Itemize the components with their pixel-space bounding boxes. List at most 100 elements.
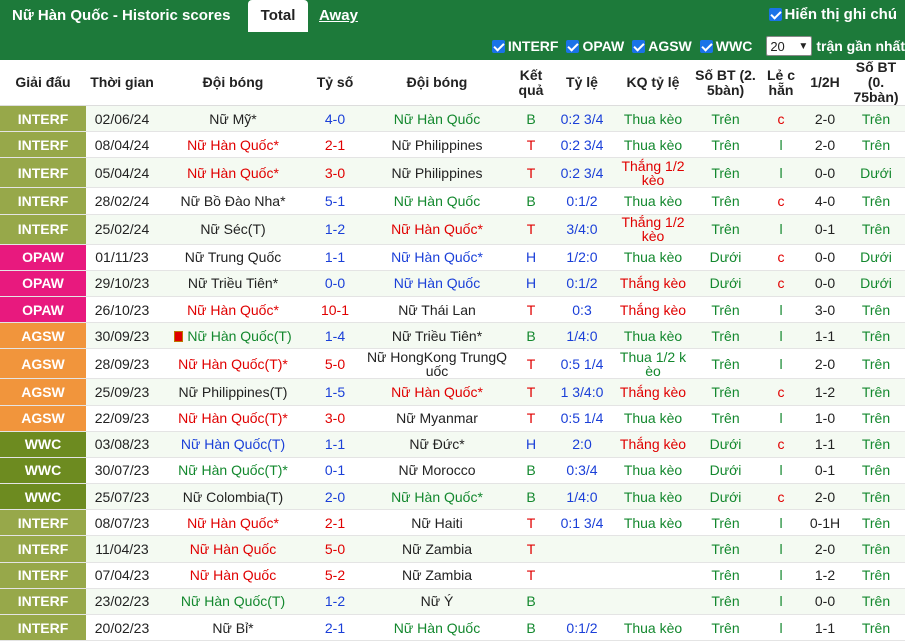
away-team[interactable]: Nữ Hàn Quốc*: [362, 214, 512, 245]
show-notes-toggle[interactable]: Hiển thị ghi chú: [768, 6, 897, 23]
home-team[interactable]: Nữ Hàn Quốc*: [158, 157, 308, 189]
home-team[interactable]: Nữ Hàn Quốc(T): [158, 431, 308, 458]
competition-badge[interactable]: WWC: [0, 431, 86, 458]
home-team[interactable]: Nữ Hàn Quốc*: [158, 509, 308, 537]
away-team[interactable]: Nữ Hàn Quốc*: [362, 378, 512, 406]
competition-badge[interactable]: AGSW: [0, 348, 86, 380]
away-team[interactable]: Nữ Myanmar: [362, 405, 512, 432]
table-row[interactable]: OPAW 29/10/23 Nữ Triều Tiên* 0-0 Nữ Hàn Quốc…: [0, 270, 905, 297]
competition-badge[interactable]: INTERF: [0, 214, 86, 245]
away-team[interactable]: Nữ Morocco: [362, 457, 512, 485]
table-row[interactable]: OPAW 01/11/23 Nữ Trung Quốc 1-1 Nữ Hàn Quốc*…: [0, 244, 905, 271]
home-team[interactable]: Nữ Séc(T): [158, 214, 308, 245]
table-row[interactable]: INTERF 25/02/24 Nữ Séc(T) 1-2 Nữ Hàn Quốc* T 3…: [0, 214, 905, 245]
away-team[interactable]: Nữ Zambia: [362, 562, 512, 589]
filter-agsw[interactable]: AGSW: [632, 38, 692, 54]
score[interactable]: 2-1: [308, 614, 362, 642]
home-team[interactable]: Nữ Hàn Quốc*: [158, 296, 308, 324]
home-team[interactable]: Nữ Hàn Quốc*: [158, 131, 308, 159]
score[interactable]: 1-2: [308, 588, 362, 616]
score[interactable]: 5-0: [308, 348, 362, 380]
competition-badge[interactable]: INTERF: [0, 535, 86, 563]
table-row[interactable]: AGSW 30/09/23 Nữ Hàn Quốc(T) 1-4 Nữ Triều Ti…: [0, 322, 905, 350]
competition-badge[interactable]: INTERF: [0, 562, 86, 589]
table-row[interactable]: WWC 30/07/23 Nữ Hàn Quốc(T)* 0-1 Nữ Morocco B…: [0, 457, 905, 485]
home-team[interactable]: Nữ Philippines(T): [158, 378, 308, 406]
score[interactable]: 5-1: [308, 187, 362, 215]
home-team[interactable]: Nữ Bồ Đào Nha*: [158, 187, 308, 215]
competition-badge[interactable]: AGSW: [0, 322, 86, 350]
away-team[interactable]: Nữ Thái Lan: [362, 296, 512, 324]
competition-badge[interactable]: AGSW: [0, 378, 86, 406]
competition-badge[interactable]: INTERF: [0, 614, 86, 642]
away-team[interactable]: Nữ Đức*: [362, 431, 512, 458]
table-row[interactable]: INTERF 23/02/23 Nữ Hàn Quốc(T) 1-2 Nữ Ý B Trên…: [0, 588, 905, 616]
home-team[interactable]: Nữ Hàn Quốc: [158, 562, 308, 589]
table-row[interactable]: INTERF 08/04/24 Nữ Hàn Quốc* 2-1 Nữ Philippi…: [0, 131, 905, 159]
score[interactable]: 1-1: [308, 431, 362, 458]
score[interactable]: 1-4: [308, 322, 362, 350]
score[interactable]: 2-0: [308, 483, 362, 511]
home-team[interactable]: Nữ Hàn Quốc(T)*: [158, 348, 308, 380]
score[interactable]: 1-5: [308, 378, 362, 406]
table-row[interactable]: INTERF 28/02/24 Nữ Bồ Đào Nha* 5-1 Nữ Hàn Qu…: [0, 187, 905, 215]
away-team[interactable]: Nữ Hàn Quốc: [362, 187, 512, 215]
away-team[interactable]: Nữ Philippines: [362, 157, 512, 189]
away-team[interactable]: Nữ Hàn Quốc: [362, 614, 512, 642]
table-row[interactable]: OPAW 26/10/23 Nữ Hàn Quốc* 10-1 Nữ Thái Lan T…: [0, 296, 905, 324]
home-team[interactable]: Nữ Triều Tiên*: [158, 270, 308, 297]
away-team[interactable]: Nữ Triều Tiên*: [362, 322, 512, 350]
away-team[interactable]: Nữ Philippines: [362, 131, 512, 159]
competition-badge[interactable]: INTERF: [0, 187, 86, 215]
away-team[interactable]: Nữ Hàn Quốc: [362, 270, 512, 297]
filter-interf[interactable]: INTERF: [491, 38, 558, 54]
match-count-select[interactable]: 20 ▼: [766, 36, 813, 56]
competition-badge[interactable]: OPAW: [0, 244, 86, 271]
score[interactable]: 1-1: [308, 244, 362, 271]
filter-opaw[interactable]: OPAW: [566, 38, 624, 54]
filter-agsw-checkbox[interactable]: [632, 39, 646, 53]
home-team[interactable]: Nữ Hàn Quốc(T)*: [158, 405, 308, 432]
filter-interf-checkbox[interactable]: [491, 39, 505, 53]
table-row[interactable]: INTERF 07/04/23 Nữ Hàn Quốc 5-2 Nữ Zambia T Tr…: [0, 562, 905, 589]
competition-badge[interactable]: INTERF: [0, 509, 86, 537]
table-row[interactable]: INTERF 05/04/24 Nữ Hàn Quốc* 3-0 Nữ Philippi…: [0, 157, 905, 189]
table-row[interactable]: INTERF 08/07/23 Nữ Hàn Quốc* 2-1 Nữ Haiti T 0:…: [0, 509, 905, 537]
competition-badge[interactable]: WWC: [0, 483, 86, 511]
show-notes-checkbox[interactable]: [768, 8, 782, 21]
tab-total[interactable]: Total: [248, 0, 308, 32]
competition-badge[interactable]: WWC: [0, 457, 86, 485]
score[interactable]: 3-0: [308, 157, 362, 189]
competition-badge[interactable]: OPAW: [0, 296, 86, 324]
away-team[interactable]: Nữ Haiti: [362, 509, 512, 537]
score[interactable]: 2-1: [308, 131, 362, 159]
away-team[interactable]: Nữ HongKong TrungQ uốc: [362, 348, 512, 380]
competition-badge[interactable]: AGSW: [0, 405, 86, 432]
score[interactable]: 4-0: [308, 105, 362, 133]
competition-badge[interactable]: INTERF: [0, 588, 86, 616]
home-team[interactable]: Nữ Trung Quốc: [158, 244, 308, 271]
away-team[interactable]: Nữ Hàn Quốc: [362, 105, 512, 133]
competition-badge[interactable]: INTERF: [0, 131, 86, 159]
tab-away[interactable]: Away: [319, 7, 358, 24]
table-row[interactable]: AGSW 25/09/23 Nữ Philippines(T) 1-5 Nữ Hàn Q…: [0, 378, 905, 406]
filter-opaw-checkbox[interactable]: [566, 39, 580, 53]
away-team[interactable]: Nữ Hàn Quốc*: [362, 483, 512, 511]
score[interactable]: 5-0: [308, 535, 362, 563]
filter-wwc[interactable]: WWC: [699, 38, 752, 54]
away-team[interactable]: Nữ Ý: [362, 588, 512, 616]
table-row[interactable]: AGSW 28/09/23 Nữ Hàn Quốc(T)* 5-0 Nữ HongKon…: [0, 348, 905, 380]
home-team[interactable]: Nữ Hàn Quốc(T)*: [158, 457, 308, 485]
table-row[interactable]: AGSW 22/09/23 Nữ Hàn Quốc(T)* 3-0 Nữ Myanmar…: [0, 405, 905, 432]
home-team[interactable]: Nữ Hàn Quốc(T): [158, 588, 308, 616]
table-row[interactable]: INTERF 11/04/23 Nữ Hàn Quốc 5-0 Nữ Zambia T Tr…: [0, 535, 905, 563]
score[interactable]: 1-2: [308, 214, 362, 245]
competition-badge[interactable]: INTERF: [0, 157, 86, 189]
score[interactable]: 2-1: [308, 509, 362, 537]
home-team[interactable]: Nữ Colombia(T): [158, 483, 308, 511]
score[interactable]: 0-1: [308, 457, 362, 485]
competition-badge[interactable]: OPAW: [0, 270, 86, 297]
home-team[interactable]: Nữ Bỉ*: [158, 614, 308, 642]
away-team[interactable]: Nữ Zambia: [362, 535, 512, 563]
score[interactable]: 0-0: [308, 270, 362, 297]
